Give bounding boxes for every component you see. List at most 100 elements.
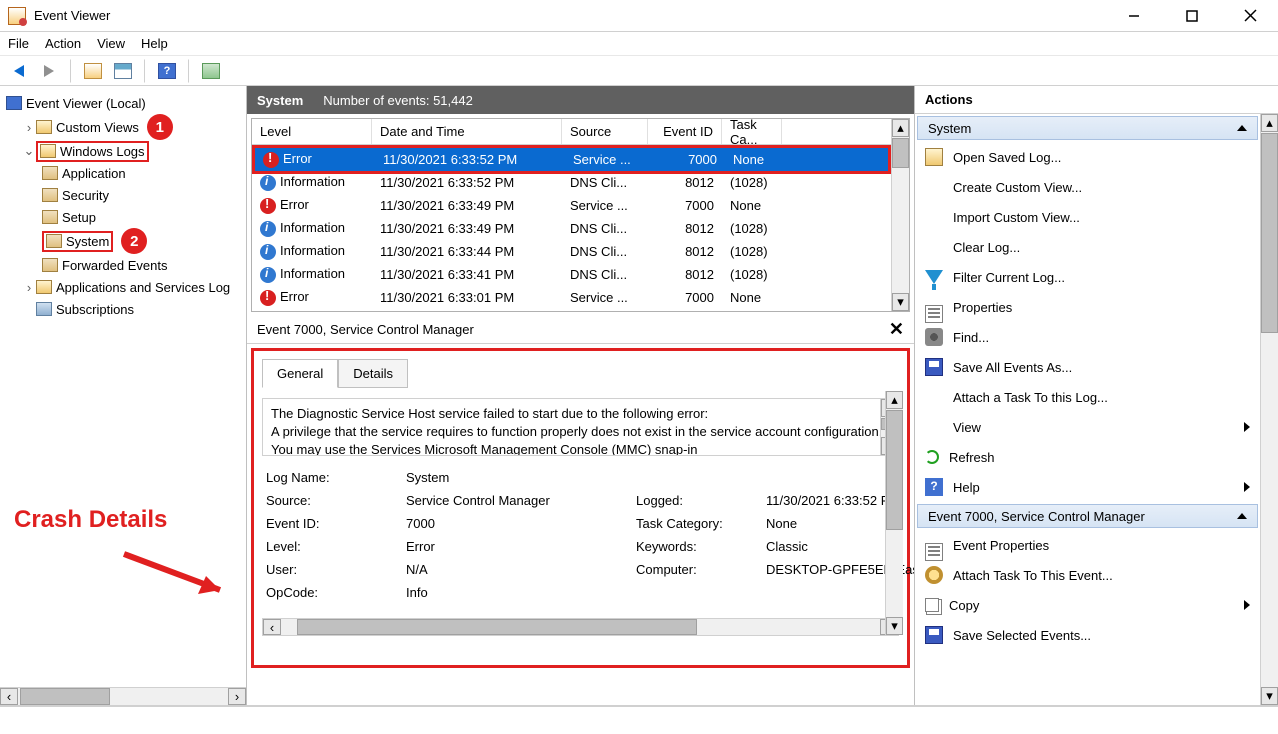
toolbar-help-button[interactable]: ? (154, 59, 180, 83)
scroll-left-button[interactable]: ‹ (263, 619, 281, 635)
actions-vscrollbar[interactable]: ▴ ▾ (1260, 114, 1278, 705)
tree-apps-services[interactable]: ›Applications and Services Log (4, 276, 242, 298)
actions-section[interactable]: Event 7000, Service Control Manager (917, 504, 1258, 528)
action-item[interactable]: Properties (915, 292, 1260, 322)
action-label: Refresh (949, 450, 995, 465)
action-item[interactable]: Refresh (915, 442, 1260, 472)
scroll-thumb[interactable] (892, 138, 909, 168)
action-item[interactable]: Attach Task To This Event... (915, 560, 1260, 590)
collapse-icon[interactable]: ⌄ (22, 143, 36, 159)
scroll-thumb[interactable] (297, 619, 697, 635)
tree-root[interactable]: Event Viewer (Local) (4, 92, 242, 114)
action-item[interactable]: Open Saved Log... (915, 142, 1260, 172)
tree-security[interactable]: Security (4, 184, 242, 206)
actions-section[interactable]: System (917, 116, 1258, 140)
tree-setup[interactable]: Setup (4, 206, 242, 228)
col-eventid[interactable]: Event ID (648, 119, 722, 144)
panel-icon (114, 63, 132, 79)
action-item[interactable]: Attach a Task To this Log... (915, 382, 1260, 412)
close-button[interactable] (1230, 4, 1270, 28)
menu-view[interactable]: View (97, 36, 125, 51)
navigation-tree-pane: Event Viewer (Local) ›Custom Views 1 ⌄Wi… (0, 86, 247, 705)
folder-icon (36, 280, 52, 294)
action-item[interactable]: ?Help (915, 472, 1260, 502)
action-item[interactable]: Save All Events As... (915, 352, 1260, 382)
maximize-button[interactable] (1172, 4, 1212, 28)
scroll-thumb[interactable] (20, 688, 110, 705)
tree-system[interactable]: System (4, 230, 113, 252)
center-pane: System Number of events: 51,442 Level Da… (247, 86, 915, 705)
k-logname: Log Name: (266, 470, 406, 485)
tree-windows-logs[interactable]: ⌄Windows Logs (4, 140, 242, 162)
event-row[interactable]: Error11/30/2021 6:33:01 PMService ...700… (252, 286, 891, 309)
scroll-up-button[interactable]: ▴ (886, 391, 903, 409)
action-label: Help (953, 480, 980, 495)
tree-application[interactable]: Application (4, 162, 242, 184)
eventviewer-icon (6, 96, 22, 110)
action-item[interactable]: Event Properties (915, 530, 1260, 560)
tree-subscriptions[interactable]: Subscriptions (4, 298, 242, 320)
event-row[interactable]: Information11/30/2021 6:33:44 PMDNS Cli.… (252, 240, 891, 263)
action-item[interactable]: Find... (915, 322, 1260, 352)
action-item[interactable]: Clear Log... (915, 232, 1260, 262)
scroll-thumb[interactable] (1261, 133, 1278, 333)
back-button[interactable] (6, 59, 32, 83)
tree-custom-views[interactable]: ›Custom Views (4, 116, 139, 138)
menu-bar: File Action View Help (0, 32, 1278, 56)
action-item[interactable]: Save Selected Events... (915, 620, 1260, 650)
action-item[interactable]: Filter Current Log... (915, 262, 1260, 292)
event-row[interactable]: Information11/30/2021 6:33:41 PMDNS Cli.… (252, 263, 891, 286)
detail-vscrollbar[interactable]: ▴ ▾ (885, 391, 903, 635)
scroll-down-button[interactable]: ▾ (886, 617, 903, 635)
event-row[interactable]: Error11/30/2021 6:33:52 PMService ...700… (255, 148, 888, 171)
menu-help[interactable]: Help (141, 36, 168, 51)
detail-close-button[interactable]: ✕ (889, 319, 904, 340)
separator (188, 59, 190, 83)
annotation-box-3: Error11/30/2021 6:33:52 PMService ...700… (252, 145, 891, 174)
action-item[interactable]: View (915, 412, 1260, 442)
detail-hscrollbar[interactable]: ‹ › (262, 618, 899, 636)
action-item[interactable]: Copy (915, 590, 1260, 620)
annotation-crash-details: Crash Details (14, 506, 167, 534)
event-row[interactable]: Information11/30/2021 6:33:52 PMDNS Cli.… (252, 171, 891, 194)
general-tab[interactable]: General (262, 359, 338, 388)
scroll-up-button[interactable]: ▴ (892, 119, 909, 137)
event-row[interactable]: Error11/30/2021 6:33:49 PMService ...700… (252, 194, 891, 217)
menu-file[interactable]: File (8, 36, 29, 51)
col-date[interactable]: Date and Time (372, 119, 562, 144)
expand-icon[interactable]: › (22, 120, 36, 135)
col-source[interactable]: Source (562, 119, 648, 144)
minimize-button[interactable] (1114, 4, 1154, 28)
scroll-down-button[interactable]: ▾ (1261, 687, 1278, 705)
separator (144, 59, 146, 83)
k-opcode: OpCode: (266, 585, 406, 600)
scroll-right-button[interactable]: › (228, 688, 246, 705)
expand-icon[interactable]: › (22, 280, 36, 295)
scroll-thumb[interactable] (886, 410, 903, 530)
events-vscrollbar[interactable]: ▴ ▾ (891, 119, 909, 311)
scroll-up-button[interactable]: ▴ (1261, 114, 1278, 132)
tree-hscrollbar[interactable]: ‹ › (0, 687, 246, 705)
tree-forwarded[interactable]: Forwarded Events (4, 254, 242, 276)
tree-forwarded-label: Forwarded Events (62, 258, 168, 273)
forward-button[interactable] (36, 59, 62, 83)
annotation-2: 2 (121, 228, 147, 254)
toolbar-panel-button[interactable] (110, 59, 136, 83)
toolbar-action-button[interactable] (198, 59, 224, 83)
details-tab[interactable]: Details (338, 359, 408, 388)
arrow-right-icon (44, 65, 54, 77)
refresh-icon (925, 450, 939, 464)
action-label: Attach a Task To this Log... (953, 390, 1108, 405)
scroll-down-button[interactable]: ▾ (892, 293, 909, 311)
events-header-title: System (257, 93, 303, 108)
col-task[interactable]: Task Ca... (722, 119, 782, 144)
k-user: User: (266, 562, 406, 577)
action-item[interactable]: Create Custom View... (915, 172, 1260, 202)
col-level[interactable]: Level (252, 119, 372, 144)
scroll-left-button[interactable]: ‹ (0, 688, 18, 705)
action-item[interactable]: Import Custom View... (915, 202, 1260, 232)
event-row[interactable]: Information11/30/2021 6:33:49 PMDNS Cli.… (252, 217, 891, 240)
menu-action[interactable]: Action (45, 36, 81, 51)
action-pane-icon (202, 63, 220, 79)
toolbar-folder-button[interactable] (80, 59, 106, 83)
